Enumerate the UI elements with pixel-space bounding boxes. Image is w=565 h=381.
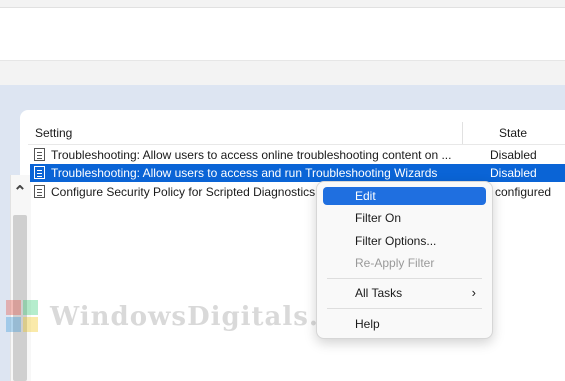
menu-item-label: Filter Options... [355,234,437,248]
toolbar-strip [0,60,565,86]
menu-item-filter-options[interactable]: Filter Options... [323,232,486,250]
menu-item-label: Help [355,317,380,331]
menu-item-all-tasks[interactable]: All Tasks › [323,284,486,302]
policy-setting-icon [34,148,45,161]
setting-name: Troubleshooting: Allow users to access a… [51,166,438,180]
menu-item-label: Edit [355,189,376,203]
menu-item-filter-on[interactable]: Filter On [323,209,486,227]
menu-item-label: Re-Apply Filter [355,256,435,270]
menu-item-reapply-filter: Re-Apply Filter [323,254,486,272]
policy-setting-icon [34,185,45,198]
title-bar-strip [0,0,565,8]
table-row[interactable]: Troubleshooting: Allow users to access o… [30,146,565,164]
policy-setting-icon [34,166,45,179]
setting-name: Configure Security Policy for Scripted D… [51,185,316,199]
menu-item-help[interactable]: Help [323,315,486,333]
menu-separator [327,308,482,309]
setting-state: configured [495,185,552,199]
setting-state: Disabled [490,148,537,162]
vertical-scrollbar[interactable] [10,175,31,381]
setting-state: Disabled [490,166,537,180]
list-header: Setting State [28,120,565,145]
column-header-setting[interactable]: Setting [35,126,72,140]
menu-item-label: Filter On [355,211,402,225]
header-area [0,8,565,60]
menu-item-edit[interactable]: Edit [323,187,486,205]
context-menu: Edit Filter On Filter Options... Re-Appl… [316,181,493,339]
menu-item-label: All Tasks [355,286,403,300]
setting-name: Troubleshooting: Allow users to access o… [51,148,452,162]
table-row-selected[interactable]: Troubleshooting: Allow users to access a… [30,164,565,182]
column-divider[interactable] [462,122,463,144]
chevron-right-icon: › [471,285,476,300]
chevron-up-icon[interactable]: ⌃ [12,185,28,201]
column-header-state[interactable]: State [499,126,527,140]
menu-separator [327,278,482,279]
scrollbar-thumb[interactable] [13,215,27,381]
